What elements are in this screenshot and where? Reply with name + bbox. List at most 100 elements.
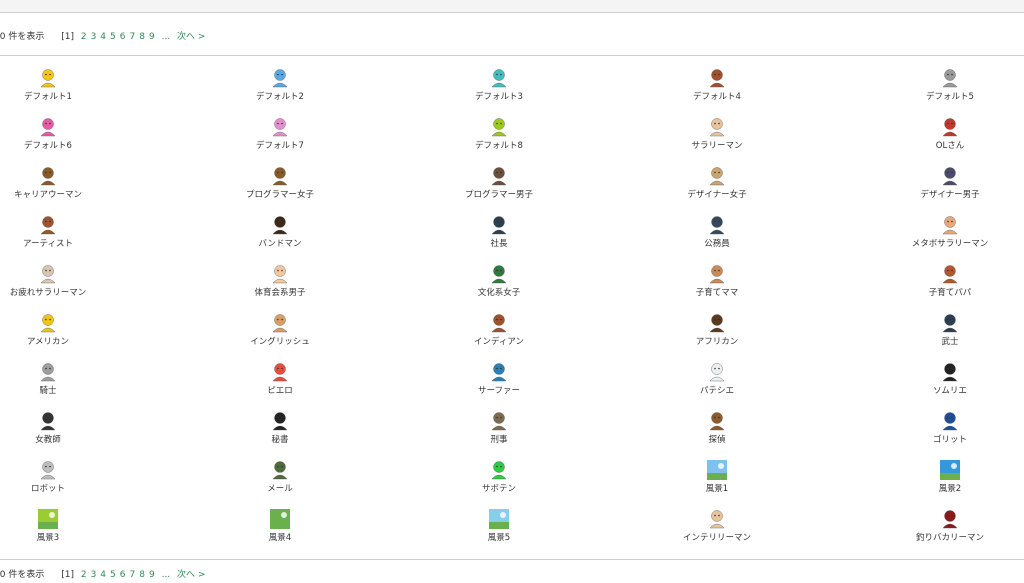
avatar-option[interactable]: インテリリーマン — [647, 509, 787, 558]
avatar-option[interactable]: アフリカン — [647, 313, 787, 362]
current-page: [1] — [61, 570, 74, 580]
avatar-option[interactable]: サボテン — [429, 460, 569, 509]
page-link-8[interactable]: 8 — [139, 570, 145, 580]
avatar-option[interactable]: 文化系女子 — [429, 264, 569, 313]
page-links: 23456789 — [81, 32, 159, 42]
avatar-option[interactable]: OLさん — [880, 117, 1020, 166]
avatar-option[interactable]: アーティスト — [0, 215, 118, 264]
avatar-option[interactable]: アメリカン — [0, 313, 118, 362]
avatar-option[interactable]: 子育てパパ — [880, 264, 1020, 313]
avatar-option[interactable]: 風景3 — [0, 509, 118, 558]
avatar-label: 風景3 — [36, 533, 60, 543]
avatar-option[interactable]: パテシエ — [647, 362, 787, 411]
avatar-option[interactable]: 釣りバカリーマン — [880, 509, 1020, 558]
page-links: 23456789 — [81, 570, 159, 580]
page-link-2[interactable]: 2 — [81, 32, 87, 42]
pager-ellipsis[interactable]: ... — [162, 32, 171, 42]
divider-bottom — [0, 559, 1024, 560]
avatar-option[interactable]: デザイナー女子 — [647, 166, 787, 215]
avatar-option[interactable]: 社長 — [429, 215, 569, 264]
avatar-label: サーファー — [478, 386, 520, 396]
avatar-option[interactable]: デフォルト3 — [429, 68, 569, 117]
landscape-balloon-icon — [489, 509, 509, 529]
avatar-fishing-salaryman-icon — [940, 509, 960, 529]
avatar-option[interactable]: デフォルト4 — [647, 68, 787, 117]
page-link-4[interactable]: 4 — [100, 32, 106, 42]
page-link-5[interactable]: 5 — [110, 32, 116, 42]
landscape-sea-icon — [940, 460, 960, 480]
avatar-label: インテリリーマン — [682, 533, 751, 543]
avatar-label: 社長 — [490, 239, 508, 249]
avatar-female-teacher-icon — [38, 411, 58, 431]
avatar-option[interactable]: デフォルト1 — [0, 68, 118, 117]
avatar-option[interactable]: メタボサラリーマン — [880, 215, 1020, 264]
avatar-option[interactable]: 風景4 — [210, 509, 350, 558]
avatar-label: デフォルト7 — [256, 141, 304, 151]
page-link-6[interactable]: 6 — [120, 32, 126, 42]
page-link-6[interactable]: 6 — [120, 570, 126, 580]
page-link-5[interactable]: 5 — [110, 570, 116, 580]
page-link-7[interactable]: 7 — [130, 570, 136, 580]
avatar-label: サボテン — [481, 484, 516, 494]
avatar-default-brown-icon — [707, 68, 727, 88]
avatar-option[interactable]: プログラマー女子 — [210, 166, 350, 215]
avatar-option[interactable]: 刑事 — [429, 411, 569, 460]
avatar-option[interactable]: 公務員 — [647, 215, 787, 264]
page-link-9[interactable]: 9 — [149, 32, 155, 42]
avatar-option[interactable]: 探偵 — [647, 411, 787, 460]
pager-ellipsis[interactable]: ... — [162, 570, 171, 580]
avatar-option[interactable]: 騎士 — [0, 362, 118, 411]
avatar-option[interactable]: キャリアウーマン — [0, 166, 118, 215]
landscape-leaf-icon — [270, 509, 290, 529]
avatar-option[interactable]: デフォルト2 — [210, 68, 350, 117]
page-link-3[interactable]: 3 — [91, 570, 97, 580]
avatar-label: デフォルト6 — [24, 141, 72, 151]
avatar-option[interactable]: インディアン — [429, 313, 569, 362]
avatar-label: バンドマン — [258, 239, 302, 249]
avatar-option[interactable]: デザイナー男子 — [880, 166, 1020, 215]
avatar-option[interactable]: ピエロ — [210, 362, 350, 411]
avatar-soldier-icon — [270, 460, 290, 480]
avatar-option[interactable]: 子育てママ — [647, 264, 787, 313]
avatar-label: パテシエ — [699, 386, 734, 396]
page-link-9[interactable]: 9 — [149, 570, 155, 580]
avatar-samurai-icon — [940, 313, 960, 333]
avatar-option[interactable]: バンドマン — [210, 215, 350, 264]
next-page-link[interactable]: 次へ > — [177, 32, 205, 42]
page-link-4[interactable]: 4 — [100, 570, 106, 580]
avatar-option[interactable]: デフォルト5 — [880, 68, 1020, 117]
avatar-option[interactable]: サラリーマン — [647, 117, 787, 166]
page-link-7[interactable]: 7 — [130, 32, 136, 42]
avatar-label: デフォルト1 — [24, 92, 72, 102]
avatar-option[interactable]: お疲れサラリーマン — [0, 264, 118, 313]
page-link-8[interactable]: 8 — [139, 32, 145, 42]
avatar-label: 秘書 — [271, 435, 289, 445]
avatar-option[interactable]: メール — [210, 460, 350, 509]
avatar-label: 風景4 — [268, 533, 292, 543]
avatar-option[interactable]: 体育会系男子 — [210, 264, 350, 313]
avatar-option[interactable]: デフォルト6 — [0, 117, 118, 166]
avatar-option[interactable]: 秘書 — [210, 411, 350, 460]
avatar-option[interactable]: 女教師 — [0, 411, 118, 460]
page-link-2[interactable]: 2 — [81, 570, 87, 580]
avatar-option[interactable]: プログラマー男子 — [429, 166, 569, 215]
avatar-option[interactable]: ロボット — [0, 460, 118, 509]
avatar-american-icon — [38, 313, 58, 333]
landscape-sky-icon — [707, 460, 727, 480]
avatar-option[interactable]: 風景5 — [429, 509, 569, 558]
avatar-option[interactable]: 武士 — [880, 313, 1020, 362]
result-count: 50 件を表示 — [0, 570, 45, 580]
avatar-private-eye-icon — [707, 411, 727, 431]
avatar-option[interactable]: 風景2 — [880, 460, 1020, 509]
avatar-option[interactable]: デフォルト8 — [429, 117, 569, 166]
avatar-cactus-icon — [489, 460, 509, 480]
avatar-option[interactable]: デフォルト7 — [210, 117, 350, 166]
avatar-option[interactable]: イングリッシュ — [210, 313, 350, 362]
avatar-option[interactable]: ソムリエ — [880, 362, 1020, 411]
next-page-link[interactable]: 次へ > — [177, 570, 205, 580]
avatar-option[interactable]: 風景1 — [647, 460, 787, 509]
avatar-option[interactable]: サーファー — [429, 362, 569, 411]
page-link-3[interactable]: 3 — [91, 32, 97, 42]
avatar-option[interactable]: ゴリット — [880, 411, 1020, 460]
avatar-knight-icon — [38, 362, 58, 382]
